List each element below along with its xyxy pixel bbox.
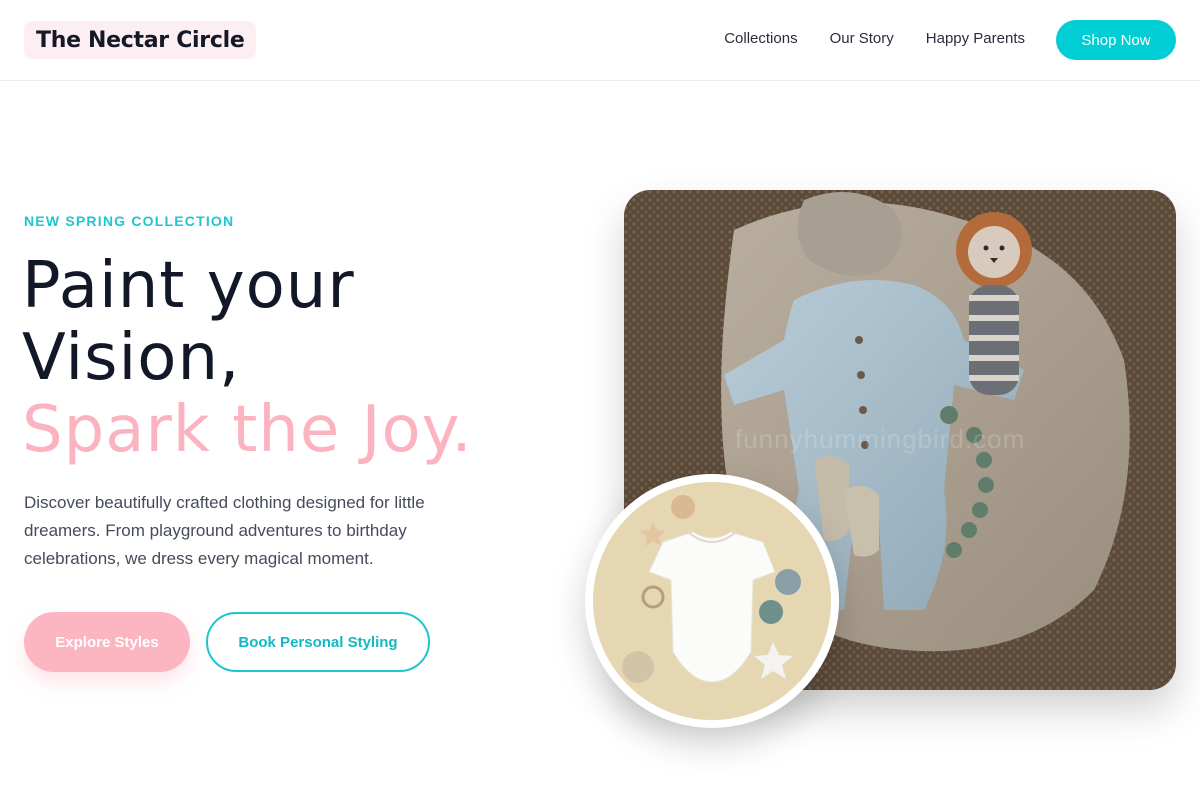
shop-now-button[interactable]: Shop Now (1056, 20, 1176, 60)
headline-line-1: Paint your (22, 249, 355, 323)
headline-line-2: Vision, (22, 321, 241, 395)
image-watermark: funnyhummingbird.com (735, 424, 1026, 454)
nav-our-story[interactable]: Our Story (830, 30, 894, 47)
nav-happy-parents[interactable]: Happy Parents (926, 30, 1025, 47)
hero-description: Discover beautifully crafted clothing de… (24, 493, 425, 568)
site-header: The Nectar Circle Collections Our Story … (0, 0, 1200, 81)
nav-collections[interactable]: Collections (724, 30, 797, 47)
hero-inset-image (585, 474, 839, 728)
hero-eyebrow: NEW SPRING COLLECTION (24, 213, 235, 229)
main-nav: Collections Our Story Happy Parents (724, 30, 1025, 47)
hero-headline: Paint your Vision, Spark the Joy. (22, 250, 473, 466)
brand-logo[interactable]: The Nectar Circle (24, 21, 257, 59)
book-styling-button[interactable]: Book Personal Styling (206, 612, 430, 672)
headline-accent: Spark the Joy. (22, 393, 473, 467)
explore-styles-button[interactable]: Explore Styles (24, 612, 190, 672)
